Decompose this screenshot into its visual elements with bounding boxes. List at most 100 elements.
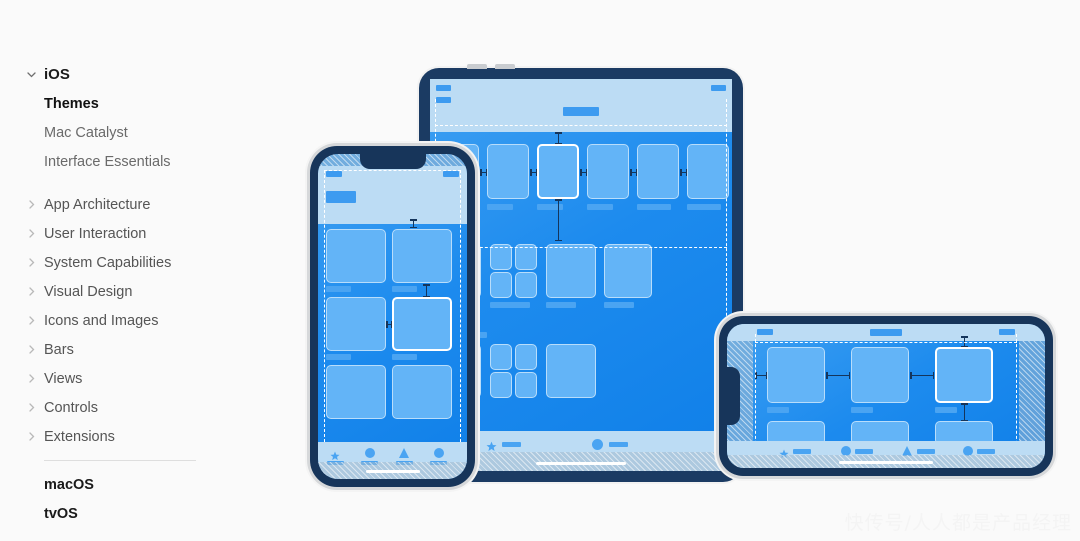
circle-icon[interactable] — [592, 439, 603, 450]
status-bar-left-item-2 — [436, 97, 451, 103]
chevron-right-icon — [26, 228, 44, 239]
content-card[interactable] — [515, 372, 537, 398]
ipad-content-area — [430, 132, 732, 431]
chevron-right-icon — [26, 373, 44, 384]
watermark: 快传号/人人都是产品经理 — [844, 512, 1072, 534]
safe-area-guide — [755, 342, 1017, 343]
sidebar-item-tvos[interactable]: tvOS — [0, 499, 250, 528]
sidebar-item-app-architecture[interactable]: App Architecture — [0, 190, 250, 219]
sidebar-item-ios[interactable]: iOS — [0, 60, 250, 89]
content-card[interactable] — [487, 144, 529, 199]
card-label-bar — [392, 354, 417, 360]
content-card[interactable] — [546, 244, 596, 298]
content-card[interactable] — [687, 144, 729, 199]
spacing-measure — [555, 199, 562, 241]
nav-title-bar — [563, 107, 599, 116]
iphone-notch — [727, 367, 740, 425]
sidebar-item-label: macOS — [44, 476, 94, 493]
sidebar-item-label: Icons and Images — [44, 312, 159, 329]
sidebar-item-label: Controls — [44, 399, 98, 416]
iphone-landscape-screen — [727, 324, 1045, 468]
safe-area-guide — [1016, 334, 1017, 449]
content-card[interactable] — [767, 347, 825, 403]
home-indicator — [365, 470, 420, 473]
content-card[interactable] — [587, 144, 629, 199]
content-card[interactable] — [604, 244, 652, 298]
ipad-volume-down-button — [495, 64, 515, 69]
sidebar-item-interface-essentials[interactable]: Interface Essentials — [0, 147, 250, 176]
content-card[interactable] — [326, 365, 386, 419]
sidebar-item-label: Interface Essentials — [44, 153, 171, 170]
sidebar-item-bars[interactable]: Bars — [0, 335, 250, 364]
sidebar-item-macos[interactable]: macOS — [0, 470, 250, 499]
ipad-screen — [430, 79, 732, 471]
sidebar-item-icons-and-images[interactable]: Icons and Images — [0, 306, 250, 335]
content-card-selected[interactable] — [537, 144, 579, 199]
chevron-right-icon — [26, 286, 44, 297]
content-card[interactable] — [515, 344, 537, 370]
content-card-selected[interactable] — [392, 297, 452, 351]
sidebar-item-controls[interactable]: Controls — [0, 393, 250, 422]
spacing-measure — [555, 132, 562, 144]
sidebar-item-label: iOS — [44, 66, 70, 83]
content-card[interactable] — [490, 272, 512, 298]
sidebar-item-themes[interactable]: Themes — [0, 89, 250, 118]
content-card-selected[interactable] — [935, 347, 993, 403]
content-card[interactable] — [851, 347, 909, 403]
content-card[interactable] — [490, 372, 512, 398]
sidebar-item-user-interaction[interactable]: User Interaction — [0, 219, 250, 248]
ipad-tab-bar — [430, 431, 732, 471]
card-label-bar — [490, 302, 530, 308]
tab-label-bar — [609, 442, 628, 447]
sidebar-divider — [44, 460, 196, 461]
sidebar-item-label: Extensions — [44, 428, 115, 445]
status-bar-right-item — [443, 171, 459, 177]
spacing-measure — [423, 284, 430, 297]
sidebar-item-label: tvOS — [44, 505, 78, 522]
circle-icon[interactable] — [365, 448, 375, 458]
sidebar-item-extensions[interactable]: Extensions — [0, 422, 250, 451]
sidebar-item-mac-catalyst[interactable]: Mac Catalyst — [0, 118, 250, 147]
content-card[interactable] — [546, 344, 596, 398]
iphone-notch — [359, 154, 426, 169]
safe-area-guide — [324, 170, 325, 442]
card-label-bar — [487, 204, 513, 210]
chevron-right-icon — [26, 257, 44, 268]
spacing-measure — [826, 372, 850, 379]
content-card[interactable] — [392, 229, 452, 283]
ipad-volume-up-button — [467, 64, 487, 69]
safe-area-guide — [460, 170, 461, 442]
content-card[interactable] — [490, 344, 512, 370]
sidebar-item-visual-design[interactable]: Visual Design — [0, 277, 250, 306]
content-card[interactable] — [392, 365, 452, 419]
triangle-icon[interactable] — [399, 448, 409, 458]
card-label-bar — [326, 286, 351, 292]
card-label-bar — [767, 407, 789, 413]
content-card[interactable] — [326, 229, 386, 283]
status-bar-right-item — [711, 85, 726, 91]
chevron-right-icon — [26, 344, 44, 355]
landscape-nav-bar — [727, 324, 1045, 341]
chevron-right-icon — [26, 315, 44, 326]
sidebar-item-system-capabilities[interactable]: System Capabilities — [0, 248, 250, 277]
status-bar-left-item — [326, 171, 342, 177]
landscape-content-area — [727, 336, 1045, 445]
sidebar-item-label: System Capabilities — [44, 254, 172, 271]
content-card[interactable] — [637, 144, 679, 199]
card-label-bar — [546, 302, 576, 308]
content-card[interactable] — [515, 272, 537, 298]
circle-icon[interactable] — [434, 448, 444, 458]
sidebar-item-label: App Architecture — [44, 196, 151, 213]
sidebar-item-label: Views — [44, 370, 83, 387]
card-label-bar — [637, 204, 671, 210]
iphone-portrait-device — [310, 146, 475, 487]
content-card[interactable] — [326, 297, 386, 351]
sidebar-item-label: Themes — [44, 95, 99, 112]
card-label-bar — [851, 407, 873, 413]
sidebar-item-views[interactable]: Views — [0, 364, 250, 393]
chevron-right-icon — [26, 402, 44, 413]
spacing-measure — [630, 169, 637, 176]
card-label-bar — [687, 204, 721, 210]
sidebar-item-label: Bars — [44, 341, 74, 358]
